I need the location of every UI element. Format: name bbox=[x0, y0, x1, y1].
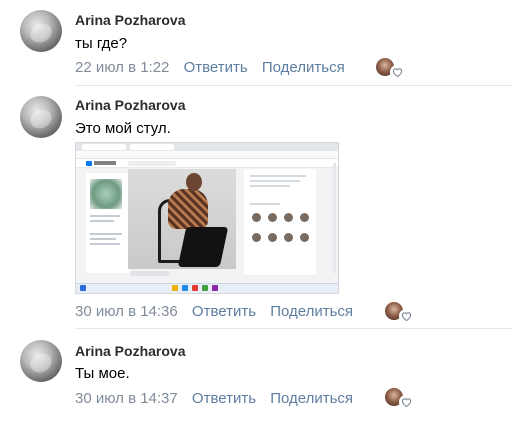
comment-divider bbox=[75, 328, 512, 329]
page-scrollbar bbox=[333, 163, 336, 273]
friend-avatar bbox=[300, 233, 309, 242]
site-search bbox=[128, 161, 176, 166]
comment-time[interactable]: 22 июл в 1:22 bbox=[75, 59, 169, 76]
comment-text: Это мой стул. bbox=[75, 120, 171, 137]
comment-author[interactable]: Arina Pozharova bbox=[75, 97, 185, 113]
heart-icon bbox=[399, 395, 413, 409]
heart-icon bbox=[399, 309, 413, 323]
taskbar-icon bbox=[182, 285, 188, 291]
text-line bbox=[250, 180, 300, 182]
site-logo-icon bbox=[86, 161, 92, 166]
friend-avatar bbox=[284, 233, 293, 242]
friend-avatar bbox=[268, 213, 277, 222]
friend-avatar bbox=[268, 233, 277, 242]
friend-avatar bbox=[284, 213, 293, 222]
taskbar-icon bbox=[80, 285, 86, 291]
site-name bbox=[94, 161, 116, 165]
browser-tab bbox=[82, 144, 126, 150]
heart-icon bbox=[390, 65, 404, 79]
likes-indicator[interactable] bbox=[383, 386, 413, 410]
reply-button[interactable]: Ответить bbox=[192, 303, 256, 320]
text-line bbox=[90, 243, 120, 245]
comment-author[interactable]: Arina Pozharova bbox=[75, 12, 185, 28]
comment-meta: 30 июл в 14:36 Ответить Поделиться bbox=[75, 303, 363, 320]
comment-divider bbox=[75, 85, 512, 86]
reply-button[interactable]: Ответить bbox=[192, 390, 256, 407]
taskbar-icon bbox=[202, 285, 208, 291]
friend-avatar bbox=[300, 213, 309, 222]
comment-time[interactable]: 30 июл в 14:36 bbox=[75, 303, 178, 320]
text-line bbox=[90, 220, 114, 222]
comment-text: Ты мое. bbox=[75, 365, 130, 382]
text-line bbox=[90, 233, 122, 235]
share-button[interactable]: Поделиться bbox=[270, 303, 353, 320]
friend-avatar bbox=[252, 213, 261, 222]
likes-indicator[interactable] bbox=[374, 56, 404, 80]
reply-button[interactable]: Ответить bbox=[184, 59, 248, 76]
browser-tab bbox=[130, 144, 174, 150]
person-shape bbox=[168, 189, 208, 229]
comment-time[interactable]: 30 июл в 14:37 bbox=[75, 390, 178, 407]
share-button[interactable]: Поделиться bbox=[270, 390, 353, 407]
person-legs-shape bbox=[177, 227, 229, 267]
text-line bbox=[250, 203, 280, 205]
text-line bbox=[90, 238, 116, 240]
avatar[interactable] bbox=[20, 96, 62, 138]
os-taskbar bbox=[76, 283, 338, 293]
share-button[interactable]: Поделиться bbox=[262, 59, 345, 76]
comment-text: ты где? bbox=[75, 35, 128, 52]
text-line bbox=[250, 175, 306, 177]
reactions-bar bbox=[130, 271, 170, 276]
text-line bbox=[90, 215, 120, 217]
taskbar-icon bbox=[172, 285, 178, 291]
plant-image bbox=[90, 179, 122, 209]
avatar[interactable] bbox=[20, 10, 62, 52]
taskbar-icon bbox=[192, 285, 198, 291]
comment-meta: 22 июл в 1:22 Ответить Поделиться bbox=[75, 59, 355, 76]
comment-meta: 30 июл в 14:37 Ответить Поделиться bbox=[75, 390, 363, 407]
taskbar-icon bbox=[212, 285, 218, 291]
screenshot-attachment[interactable] bbox=[75, 142, 339, 294]
text-line bbox=[250, 185, 290, 187]
avatar[interactable] bbox=[20, 340, 62, 382]
comment-author[interactable]: Arina Pozharova bbox=[75, 343, 185, 359]
person-head-shape bbox=[186, 173, 202, 191]
friend-avatar bbox=[252, 233, 261, 242]
browser-addressbar bbox=[76, 151, 338, 159]
likes-indicator[interactable] bbox=[383, 300, 413, 324]
